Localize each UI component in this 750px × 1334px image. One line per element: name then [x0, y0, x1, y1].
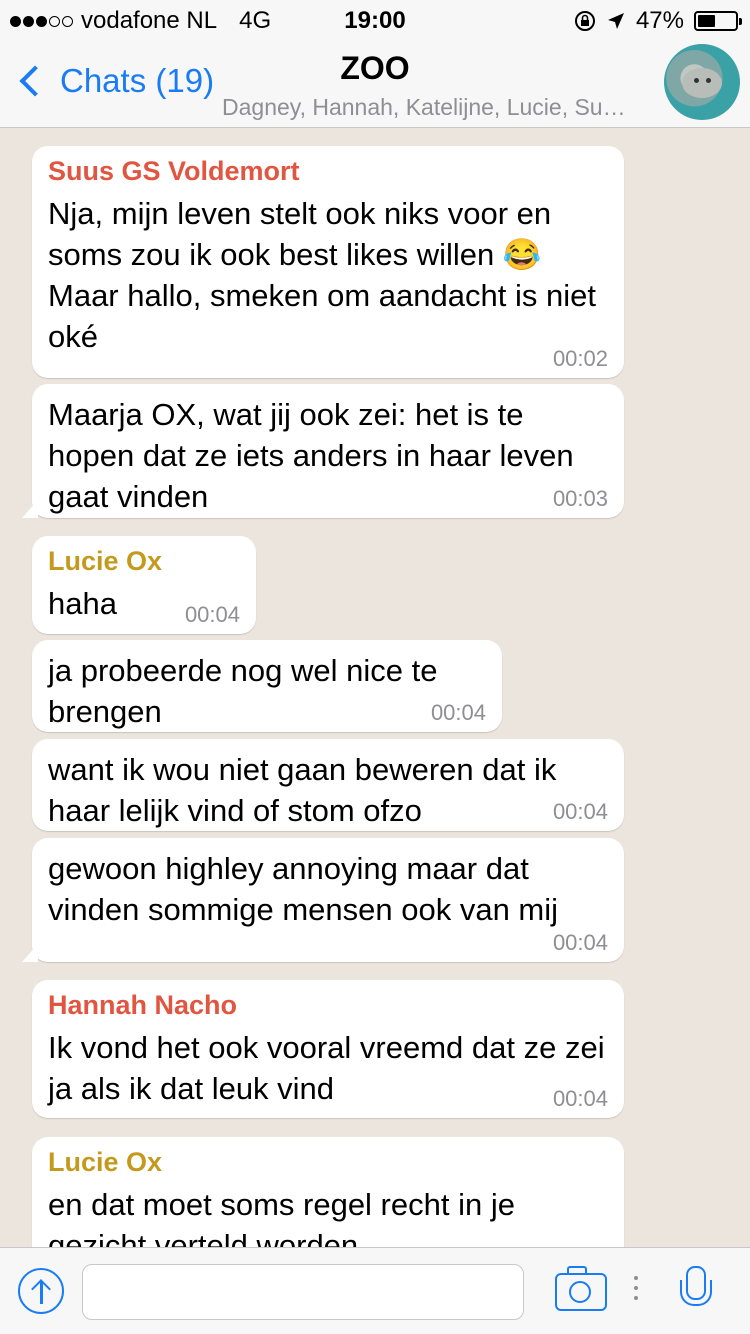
message-bubble[interactable]: ja probeerde nog wel nice te brengen 00:… [32, 640, 502, 732]
message-text: Ik vond het ook vooral vreemd dat ze zei… [48, 1030, 605, 1106]
message-input[interactable] [82, 1264, 524, 1320]
message-text: want ik wou niet gaan beweren dat ik haa… [48, 752, 557, 828]
status-right: 47% [574, 7, 742, 35]
microphone-icon[interactable] [680, 1266, 712, 1316]
back-button[interactable]: Chats (19) [14, 62, 214, 100]
message-bubble[interactable]: gewoon highley annoying maar dat vinden … [22, 838, 624, 962]
message-text: gewoon highley annoying maar dat vinden … [48, 851, 559, 927]
message-list[interactable]: Suus GS Voldemort Nja, mijn leven stelt … [0, 129, 750, 1247]
battery-icon [694, 11, 742, 31]
chevron-left-icon [19, 65, 51, 97]
back-label: Chats (19) [60, 62, 215, 99]
message-bubble[interactable]: want ik wou niet gaan beweren dat ik haa… [32, 739, 624, 831]
signal-strength-icon [10, 15, 73, 27]
message-time: 00:02 [552, 346, 608, 371]
message-bubble[interactable]: Lucie Ox haha 00:04 [32, 536, 256, 634]
message-time: 00:04 [552, 799, 608, 824]
message-bubble[interactable]: Suus GS Voldemort Nja, mijn leven stelt … [32, 146, 624, 378]
orientation-lock-icon [574, 11, 595, 31]
composer-bar [0, 1247, 750, 1334]
message-time: 00:04 [430, 700, 486, 725]
message-time: 00:04 [552, 930, 608, 955]
message-text: Maarja OX, wat jij ook zei: het is te ho… [48, 397, 574, 514]
message-sender: Hannah Nacho [48, 990, 238, 1020]
battery-fill [698, 15, 715, 27]
divider-dots [634, 1276, 638, 1300]
message-text: Nja, mijn leven stelt ook niks voor en s… [48, 196, 596, 354]
message-bubble[interactable]: Hannah Nacho Ik vond het ook vooral vree… [32, 980, 624, 1118]
status-bar: vodafone NL 4G 19:00 47% [0, 0, 750, 40]
message-text: ja probeerde nog wel nice te brengen [48, 653, 438, 729]
share-icon[interactable] [18, 1268, 64, 1314]
location-arrow-icon [607, 13, 624, 29]
chat-participants[interactable]: Dagney, Hannah, Katelijne, Lucie, Su… [222, 94, 662, 121]
group-avatar[interactable] [664, 44, 740, 120]
chat-title[interactable]: ZOO [200, 50, 550, 87]
message-text: en dat moet soms regel recht in je gezic… [48, 1187, 515, 1247]
camera-icon[interactable] [555, 1266, 607, 1311]
carrier-name: vodafone NL [81, 7, 218, 34]
message-bubble[interactable]: Maarja OX, wat jij ook zei: het is te ho… [22, 384, 624, 518]
message-sender: Lucie Ox [48, 546, 163, 576]
message-sender: Suus GS Voldemort [48, 156, 300, 186]
message-time: 00:04 [184, 602, 240, 627]
message-bubble[interactable]: Lucie Ox en dat moet soms regel recht in… [32, 1137, 624, 1247]
message-time: 00:03 [552, 486, 608, 511]
status-left: vodafone NL 4G [10, 7, 271, 35]
message-time: 00:04 [552, 1086, 608, 1111]
network-type: 4G [239, 7, 272, 34]
message-sender: Lucie Ox [48, 1147, 163, 1177]
battery-percentage: 47% [635, 7, 684, 34]
chat-header: Chats (19) ZOO Dagney, Hannah, Katelijne… [0, 40, 750, 128]
